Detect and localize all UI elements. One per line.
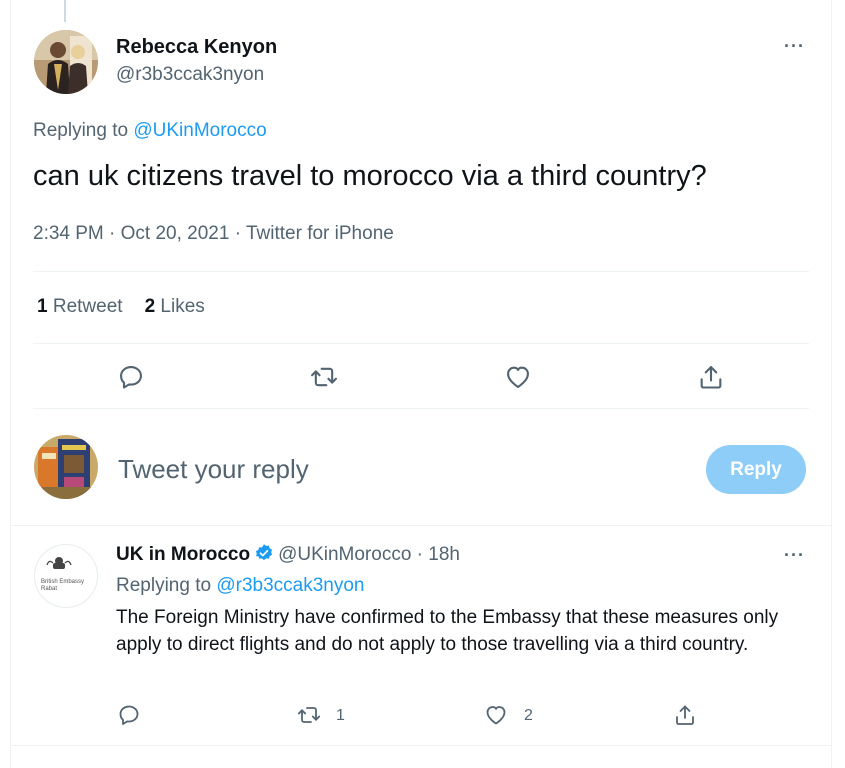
timeline-right-border: [831, 0, 832, 768]
share-icon[interactable]: [673, 703, 697, 727]
current-user-avatar[interactable]: [34, 435, 98, 499]
reply-header: UK in Morocco @UKinMorocco · 18h: [116, 543, 460, 566]
divider: [10, 525, 832, 526]
divider: [10, 745, 832, 746]
engagement-stats: 1 Retweet 2 Likes: [37, 296, 205, 318]
author-name[interactable]: Rebecca Kenyon: [116, 36, 277, 59]
heart-icon[interactable]: [484, 703, 508, 727]
embassy-avatar-text-2: Rabat: [41, 586, 57, 592]
reply-replying-to-prefix: Replying to: [116, 575, 217, 596]
embassy-avatar[interactable]: British Embassy Rabat: [34, 544, 98, 608]
divider: [33, 271, 809, 272]
replying-to-line: Replying to @UKinMorocco: [33, 120, 267, 142]
reply-author-name[interactable]: UK in Morocco: [116, 544, 250, 565]
reply-separator: ·: [411, 544, 429, 565]
reply-icon[interactable]: [117, 703, 141, 727]
reply-replying-to-line: Replying to @r3b3ccak3nyon: [116, 575, 365, 597]
reply-button[interactable]: Reply: [706, 445, 806, 494]
embassy-avatar-text-1: British Embassy: [41, 579, 84, 585]
reply-time[interactable]: 18h: [428, 544, 460, 565]
author-handle[interactable]: @r3b3ccak3nyon: [116, 64, 264, 86]
likes-stat[interactable]: 2 Likes: [145, 296, 205, 317]
replying-to-mention[interactable]: @UKinMorocco: [133, 120, 266, 141]
reply-like-count: 2: [524, 707, 533, 724]
reply-author-handle[interactable]: @UKinMorocco: [278, 544, 411, 565]
replying-to-prefix: Replying to: [33, 120, 134, 141]
retweets-stat[interactable]: 1 Retweet: [37, 296, 123, 317]
retweet-count: 1: [37, 296, 48, 317]
timeline-left-border: [10, 0, 11, 768]
tweet-metadata[interactable]: 2:34 PM · Oct 20, 2021 · Twitter for iPh…: [33, 223, 394, 245]
retweet-label: Retweet: [52, 296, 123, 317]
retweet-icon[interactable]: [310, 363, 338, 391]
author-avatar[interactable]: [34, 30, 98, 94]
share-icon[interactable]: [697, 363, 725, 391]
tweet-text: can uk citizens travel to morocco via a …: [33, 160, 707, 192]
like-count: 2: [144, 296, 156, 317]
reply-replying-to-mention[interactable]: @r3b3ccak3nyon: [216, 575, 364, 596]
divider: [33, 408, 809, 409]
more-icon[interactable]: ···: [784, 36, 805, 57]
thread-connector-line: [64, 0, 66, 22]
reply-more-icon[interactable]: ···: [784, 545, 805, 566]
reply-retweet-count: 1: [336, 707, 345, 724]
verified-badge-icon: [254, 543, 274, 563]
like-label: Likes: [160, 296, 205, 317]
reply-icon[interactable]: [117, 363, 145, 391]
reply-composer-input[interactable]: Tweet your reply: [118, 454, 309, 485]
reply-text: The Foreign Ministry have confirmed to t…: [116, 607, 779, 655]
heart-icon[interactable]: [504, 363, 532, 391]
retweet-icon[interactable]: [297, 703, 321, 727]
divider: [33, 343, 809, 344]
